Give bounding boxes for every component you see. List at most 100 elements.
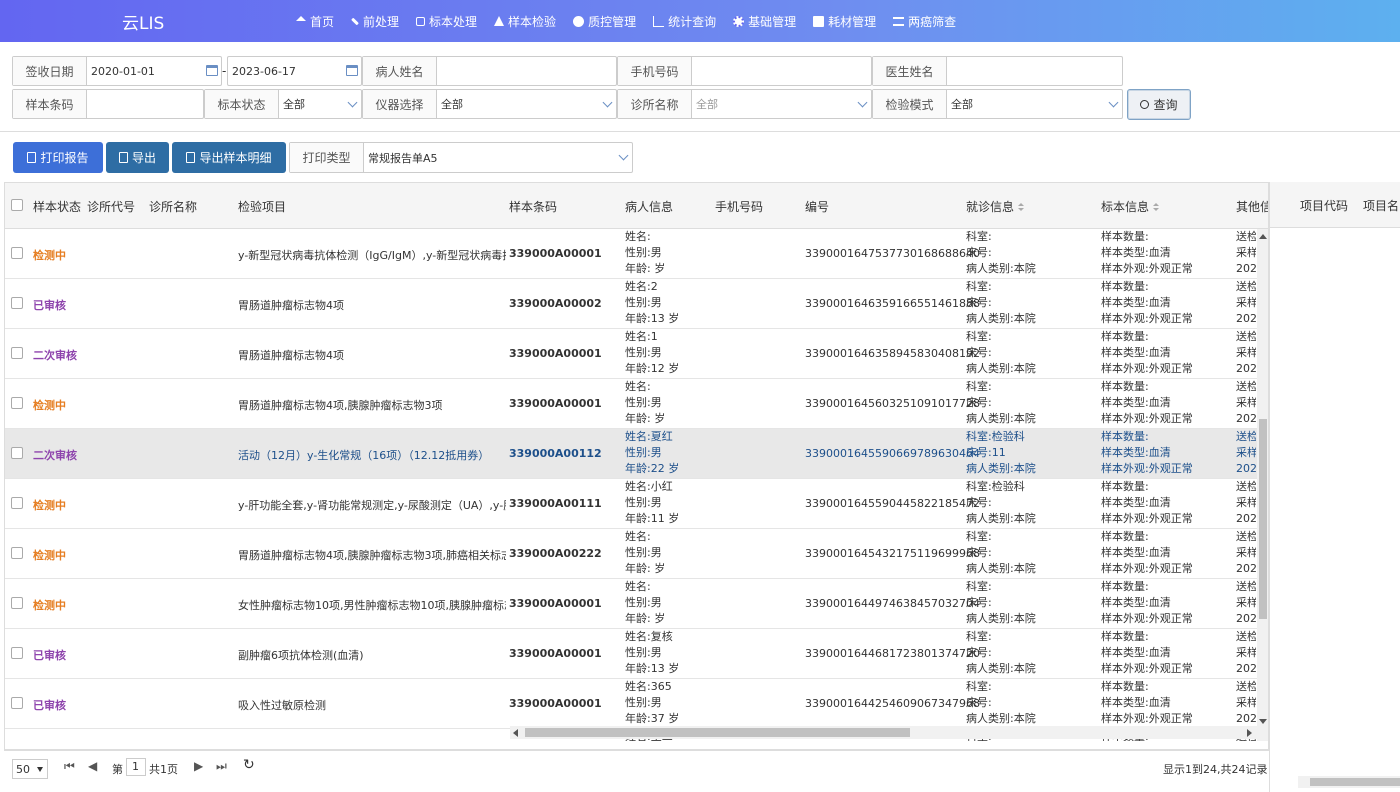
col-phone[interactable]: 手机号码 [715,198,763,215]
visit-dept: 科室: [966,330,992,343]
table-row[interactable]: 已审核 胃肠道肿瘤标志物4项 339000A00002 姓名:2 性别:男 年龄:13 岁… [5,279,1257,329]
nav-basic-management[interactable]: 基础管理 [733,13,796,30]
patient-age: 年龄: 岁 [625,262,666,275]
row-specimen-info: 样本数量: 样本类型:血清 样本外观:外观正常 [1101,529,1193,577]
specimen-appearance: 样本外观:外观正常 [1101,612,1193,625]
row-checkbox[interactable] [11,497,23,509]
calendar-icon[interactable] [346,65,358,76]
row-checkbox[interactable] [11,447,23,459]
page-size-select[interactable]: 50 [12,759,48,779]
col-specimen-info[interactable]: 标本信息 [1101,198,1160,215]
first-page-icon[interactable]: ⏮ [64,759,75,774]
button-label: 导出样本明细 [199,151,272,165]
calendar-icon[interactable] [206,65,218,76]
print-type-select[interactable]: 常规报告单A5 [364,143,632,172]
prev-page-icon[interactable]: ◀ [88,759,97,773]
phone-input[interactable] [692,57,871,85]
other-send: 送检 [1236,330,1256,343]
specimen-state-select[interactable]: 全部 [279,90,361,118]
nav-home[interactable]: 首页 [296,13,334,30]
scroll-right-icon[interactable] [1247,729,1252,737]
row-status: 检测中 [33,399,66,412]
barcode-input[interactable] [87,90,203,118]
button-label: 打印报告 [40,151,89,165]
row-patient-info: 姓名:小红 性别:男 年龄:11 岁 [625,479,679,527]
nav-label: 质控管理 [588,14,637,29]
detail-scroll-thumb[interactable] [1310,778,1400,786]
row-test-item: 吸入性过敏原检测 [238,699,326,712]
date-to-input[interactable]: 2023-06-17 [228,57,361,85]
nav-cancer-screening[interactable]: 两癌筛查 [893,13,956,30]
row-patient-info: 姓名: 性别:男 年龄: 岁 [625,529,665,577]
patient-name: 姓名:夏红 [625,430,673,443]
col-clinic-code[interactable]: 诊所代号 [87,198,135,215]
nav-sample-test[interactable]: 样本检验 [494,13,556,30]
export-button[interactable]: 导出 [106,142,169,173]
table-row[interactable]: 检测中 y-新型冠状病毒抗体检测（IgG/IgM）,y-新型冠状病毒抗体 33900… [5,229,1257,279]
app-logo[interactable]: 云LIS [122,9,164,34]
nav-consumables[interactable]: 耗材管理 [813,13,876,30]
select-all-checkbox[interactable] [11,199,23,211]
page-number-input[interactable]: 1 [126,758,146,776]
col-clinic-name[interactable]: 诊所名称 [149,198,197,215]
instrument-select[interactable]: 全部 [437,90,616,118]
doctor-input[interactable] [947,57,1122,85]
table-row[interactable]: 已审核 吸入性过敏原检测 339000A00001 姓名:365 性别:男 年龄:37 岁… [5,679,1257,729]
row-checkbox[interactable] [11,297,23,309]
clinic-label: 诊所名称 [618,90,692,118]
patient-age: 年龄: 岁 [625,412,666,425]
col-patient-info[interactable]: 病人信息 [625,198,673,215]
scroll-left-icon[interactable] [513,729,518,737]
row-barcode: 339000A00001 [509,647,602,660]
col-test-item[interactable]: 检验项目 [238,198,286,215]
next-page-icon[interactable]: ▶ [194,759,203,773]
patient-sex: 性别:男 [625,646,662,659]
other-sample: 采样 [1236,296,1256,309]
row-checkbox[interactable] [11,597,23,609]
table-row[interactable]: 检测中 胃肠道肿瘤标志物4项,胰腺肿瘤标志物3项,肺癌相关标志 339000A002… [5,529,1257,579]
vertical-scrollbar[interactable] [1257,229,1268,741]
vertical-scroll-thumb[interactable] [1259,419,1267,619]
table-row[interactable]: 二次审核 胃肠道肿瘤标志物4项 339000A00001 姓名:1 性别:男 年龄:12 … [5,329,1257,379]
export-detail-button[interactable]: 导出样本明细 [172,142,286,173]
clinic-select[interactable]: 全部 [692,90,871,118]
col-number[interactable]: 编号 [805,198,829,215]
horizontal-scrollbar[interactable] [510,726,1257,739]
date-from-input[interactable]: 2020-01-01 [87,57,221,85]
mode-select[interactable]: 全部 [947,90,1122,118]
print-report-button[interactable]: 打印报告 [13,142,103,173]
col-other-info[interactable]: 其他信 [1236,198,1268,215]
col-item-code[interactable]: 项目代码 [1300,197,1348,214]
refresh-icon[interactable]: ↻ [243,757,255,773]
row-checkbox[interactable] [11,697,23,709]
col-status[interactable]: 样本状态 [33,198,81,215]
scroll-down-icon[interactable] [1259,719,1267,724]
table-row[interactable]: 检测中 y-肝功能全套,y-肾功能常规测定,y-尿酸测定（UA）,y-肌 33900… [5,479,1257,529]
row-checkbox[interactable] [11,247,23,259]
row-checkbox[interactable] [11,397,23,409]
horizontal-scroll-thumb[interactable] [525,728,910,737]
scroll-up-icon[interactable] [1259,234,1267,239]
col-item-name[interactable]: 项目名 [1363,197,1399,214]
patient-name-input[interactable] [437,57,616,85]
table-row[interactable]: 已审核 副肿瘤6项抗体检测(血清) 339000A00001 姓名:复核 性别:男 年龄:… [5,629,1257,679]
detail-horizontal-scrollbar[interactable] [1298,776,1400,788]
last-page-icon[interactable]: ⏭ [216,759,227,774]
table-row[interactable]: 检测中 胃肠道肿瘤标志物4项,胰腺肿瘤标志物3项 339000A00001 姓名: 性别… [5,379,1257,429]
query-button[interactable]: 查询 [1127,89,1191,120]
row-checkbox[interactable] [11,347,23,359]
row-patient-info: 姓名:365 性别:男 年龄:37 岁 [625,679,679,727]
table-row[interactable]: 检测中 女性肿瘤标志物10项,男性肿瘤标志物10项,胰腺肿瘤标志 339000A00… [5,579,1257,629]
nav-statistics[interactable]: 统计查询 [653,13,716,30]
nav-qc[interactable]: 质控管理 [573,13,636,30]
pagination-bar: 50 ⏮ ◀ 第 1 共1页 ▶ ⏭ ↻ 显示1到24,共24记录 [4,750,1269,786]
table-row[interactable]: 二次审核 活动（12月）y-生化常规（16项）（12.12抵用券） 339000A0… [5,429,1257,479]
col-barcode[interactable]: 样本条码 [509,198,557,215]
patient-sex: 性别:男 [625,246,662,259]
nav-specimen-processing[interactable]: 标本处理 [416,13,477,30]
row-checkbox[interactable] [11,647,23,659]
row-checkbox[interactable] [11,547,23,559]
col-visit-info[interactable]: 就诊信息 [966,198,1025,215]
patient-age: 年龄:13 岁 [625,662,680,675]
nav-preprocess[interactable]: 前处理 [351,13,399,30]
